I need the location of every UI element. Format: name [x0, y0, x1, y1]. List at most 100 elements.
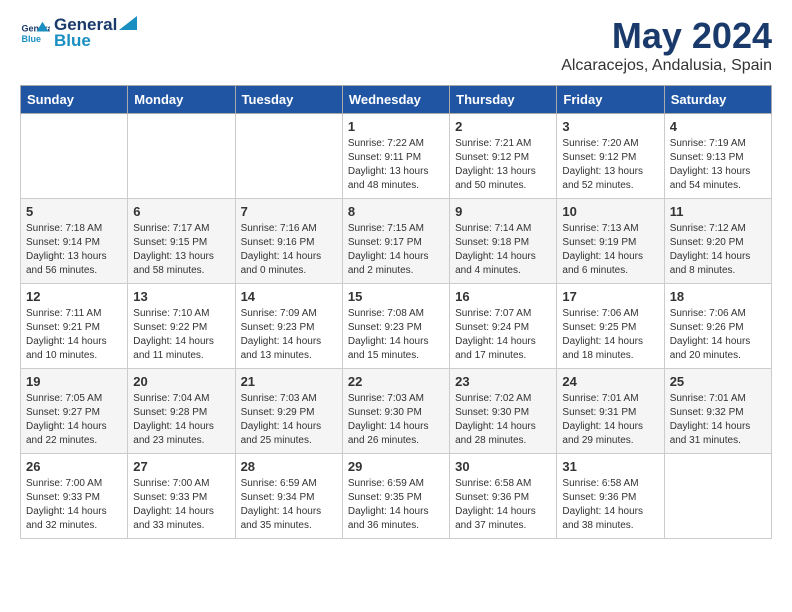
day-number: 11 — [670, 204, 766, 219]
day-info: Sunrise: 7:00 AM Sunset: 9:33 PM Dayligh… — [133, 477, 229, 533]
calendar-cell: 24 Sunrise: 7:01 AM Sunset: 9:31 PM Dayli… — [557, 369, 664, 454]
day-number: 22 — [348, 374, 444, 389]
calendar-cell: 19 Sunrise: 7:05 AM Sunset: 9:27 PM Dayli… — [21, 369, 128, 454]
calendar-cell: 18 Sunrise: 7:06 AM Sunset: 9:26 PM Dayli… — [664, 284, 771, 369]
day-number: 13 — [133, 289, 229, 304]
month-title: May 2024 — [561, 15, 772, 57]
day-info: Sunrise: 7:10 AM Sunset: 9:22 PM Dayligh… — [133, 307, 229, 363]
weekday-header-friday: Friday — [557, 86, 664, 114]
svg-text:Blue: Blue — [22, 34, 42, 44]
title-block: May 2024 Alcaracejos, Andalusia, Spain — [561, 15, 772, 75]
week-row-3: 19 Sunrise: 7:05 AM Sunset: 9:27 PM Dayli… — [21, 369, 772, 454]
day-number: 1 — [348, 119, 444, 134]
calendar-cell: 13 Sunrise: 7:10 AM Sunset: 9:22 PM Dayli… — [128, 284, 235, 369]
day-info: Sunrise: 7:01 AM Sunset: 9:32 PM Dayligh… — [670, 392, 766, 448]
day-info: Sunrise: 7:03 AM Sunset: 9:29 PM Dayligh… — [241, 392, 337, 448]
calendar-cell: 28Sunrise: 6:59 AM Sunset: 9:34 PM Dayli… — [235, 454, 342, 539]
calendar-cell: 12 Sunrise: 7:11 AM Sunset: 9:21 PM Dayli… — [21, 284, 128, 369]
weekday-header-thursday: Thursday — [450, 86, 557, 114]
day-number: 29 — [348, 459, 444, 474]
logo-triangle — [119, 16, 137, 30]
day-info: Sunrise: 7:14 AM Sunset: 9:18 PM Dayligh… — [455, 222, 551, 278]
calendar-cell: 11 Sunrise: 7:12 AM Sunset: 9:20 PM Dayli… — [664, 199, 771, 284]
calendar-cell: 15Sunrise: 7:08 AM Sunset: 9:23 PM Dayli… — [342, 284, 449, 369]
calendar-cell — [664, 454, 771, 539]
page-container: General Blue General Blue May 2024 Alcar… — [0, 0, 792, 554]
day-number: 15 — [348, 289, 444, 304]
day-number: 8 — [348, 204, 444, 219]
calendar-cell — [21, 114, 128, 199]
calendar-cell: 27Sunrise: 7:00 AM Sunset: 9:33 PM Dayli… — [128, 454, 235, 539]
weekday-header-saturday: Saturday — [664, 86, 771, 114]
day-info: Sunrise: 7:15 AM Sunset: 9:17 PM Dayligh… — [348, 222, 444, 278]
day-number: 25 — [670, 374, 766, 389]
day-info: Sunrise: 7:11 AM Sunset: 9:21 PM Dayligh… — [26, 307, 122, 363]
day-info: Sunrise: 6:59 AM Sunset: 9:35 PM Dayligh… — [348, 477, 444, 533]
day-info: Sunrise: 7:03 AM Sunset: 9:30 PM Dayligh… — [348, 392, 444, 448]
calendar-table: SundayMondayTuesdayWednesdayThursdayFrid… — [20, 85, 772, 539]
day-info: Sunrise: 7:01 AM Sunset: 9:31 PM Dayligh… — [562, 392, 658, 448]
day-number: 12 — [26, 289, 122, 304]
weekday-header-tuesday: Tuesday — [235, 86, 342, 114]
day-number: 26 — [26, 459, 122, 474]
calendar-header: SundayMondayTuesdayWednesdayThursdayFrid… — [21, 86, 772, 114]
day-number: 20 — [133, 374, 229, 389]
location: Alcaracejos, Andalusia, Spain — [561, 57, 772, 75]
day-info: Sunrise: 7:22 AM Sunset: 9:11 PM Dayligh… — [348, 137, 444, 193]
day-info: Sunrise: 7:17 AM Sunset: 9:15 PM Dayligh… — [133, 222, 229, 278]
day-number: 6 — [133, 204, 229, 219]
day-number: 19 — [26, 374, 122, 389]
logo: General Blue General Blue — [20, 15, 137, 51]
calendar-body: 1 Sunrise: 7:22 AM Sunset: 9:11 PM Daylig… — [21, 114, 772, 539]
calendar-cell: 16Sunrise: 7:07 AM Sunset: 9:24 PM Dayli… — [450, 284, 557, 369]
weekday-header-monday: Monday — [128, 86, 235, 114]
day-info: Sunrise: 7:00 AM Sunset: 9:33 PM Dayligh… — [26, 477, 122, 533]
calendar-cell: 7 Sunrise: 7:16 AM Sunset: 9:16 PM Daylig… — [235, 199, 342, 284]
calendar-cell — [235, 114, 342, 199]
week-row-2: 12 Sunrise: 7:11 AM Sunset: 9:21 PM Dayli… — [21, 284, 772, 369]
week-row-4: 26 Sunrise: 7:00 AM Sunset: 9:33 PM Dayli… — [21, 454, 772, 539]
day-number: 7 — [241, 204, 337, 219]
calendar-cell: 30 Sunrise: 6:58 AM Sunset: 9:36 PM Dayli… — [450, 454, 557, 539]
day-info: Sunrise: 7:02 AM Sunset: 9:30 PM Dayligh… — [455, 392, 551, 448]
day-number: 24 — [562, 374, 658, 389]
day-number: 16 — [455, 289, 551, 304]
day-info: Sunrise: 7:06 AM Sunset: 9:25 PM Dayligh… — [562, 307, 658, 363]
day-info: Sunrise: 6:58 AM Sunset: 9:36 PM Dayligh… — [455, 477, 551, 533]
calendar-cell: 6 Sunrise: 7:17 AM Sunset: 9:15 PM Daylig… — [128, 199, 235, 284]
day-number: 23 — [455, 374, 551, 389]
day-number: 2 — [455, 119, 551, 134]
day-info: Sunrise: 7:12 AM Sunset: 9:20 PM Dayligh… — [670, 222, 766, 278]
day-info: Sunrise: 7:19 AM Sunset: 9:13 PM Dayligh… — [670, 137, 766, 193]
day-info: Sunrise: 6:59 AM Sunset: 9:34 PM Dayligh… — [241, 477, 337, 533]
calendar-cell: 10Sunrise: 7:13 AM Sunset: 9:19 PM Dayli… — [557, 199, 664, 284]
day-number: 17 — [562, 289, 658, 304]
day-info: Sunrise: 7:06 AM Sunset: 9:26 PM Dayligh… — [670, 307, 766, 363]
calendar-cell: 4 Sunrise: 7:19 AM Sunset: 9:13 PM Daylig… — [664, 114, 771, 199]
calendar-cell: 22 Sunrise: 7:03 AM Sunset: 9:30 PM Dayli… — [342, 369, 449, 454]
calendar-cell: 5Sunrise: 7:18 AM Sunset: 9:14 PM Daylig… — [21, 199, 128, 284]
calendar-cell — [128, 114, 235, 199]
day-number: 30 — [455, 459, 551, 474]
day-number: 21 — [241, 374, 337, 389]
day-info: Sunrise: 7:13 AM Sunset: 9:19 PM Dayligh… — [562, 222, 658, 278]
weekday-header-sunday: Sunday — [21, 86, 128, 114]
day-number: 31 — [562, 459, 658, 474]
calendar-cell: 23 Sunrise: 7:02 AM Sunset: 9:30 PM Dayli… — [450, 369, 557, 454]
day-info: Sunrise: 7:21 AM Sunset: 9:12 PM Dayligh… — [455, 137, 551, 193]
day-info: Sunrise: 7:05 AM Sunset: 9:27 PM Dayligh… — [26, 392, 122, 448]
weekday-header-wednesday: Wednesday — [342, 86, 449, 114]
calendar-cell: 20 Sunrise: 7:04 AM Sunset: 9:28 PM Dayli… — [128, 369, 235, 454]
calendar-cell: 26 Sunrise: 7:00 AM Sunset: 9:33 PM Dayli… — [21, 454, 128, 539]
day-number: 18 — [670, 289, 766, 304]
calendar-cell: 21 Sunrise: 7:03 AM Sunset: 9:29 PM Dayli… — [235, 369, 342, 454]
day-info: Sunrise: 7:16 AM Sunset: 9:16 PM Dayligh… — [241, 222, 337, 278]
logo-icon: General Blue — [20, 18, 50, 48]
day-number: 5 — [26, 204, 122, 219]
header: General Blue General Blue May 2024 Alcar… — [20, 15, 772, 75]
day-info: Sunrise: 7:04 AM Sunset: 9:28 PM Dayligh… — [133, 392, 229, 448]
day-number: 4 — [670, 119, 766, 134]
calendar-cell: 2 Sunrise: 7:21 AM Sunset: 9:12 PM Daylig… — [450, 114, 557, 199]
day-number: 3 — [562, 119, 658, 134]
weekday-row: SundayMondayTuesdayWednesdayThursdayFrid… — [21, 86, 772, 114]
